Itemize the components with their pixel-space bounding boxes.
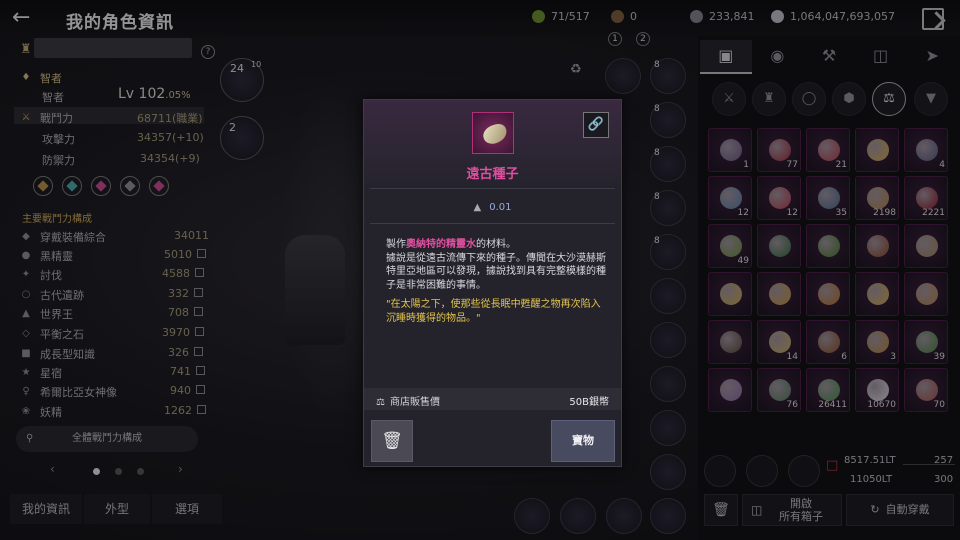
shop-price-label: 商店販售價 [389,397,440,408]
item-name: 遠古種子 [466,167,519,182]
trash-icon: 🗑 [381,431,403,451]
desc-highlight: 奧納特的精靈水 [406,239,476,250]
shop-price-label-wrap: ⚖ 商店販售價 [376,393,440,408]
item-weight-value: 0.01 [489,202,512,213]
item-detail-modal: 🔗 遠古種子 ▲ 0.01 製作奧納特的精靈水的材料。 據說是從遠古流傳下來的種子… [363,99,622,467]
divider [370,188,615,189]
item-description: 製作奧納特的精靈水的材料。 據說是從遠古流傳下來的種子。傳聞在大沙漠赫斯特里亞地… [386,238,608,292]
seed-icon [480,121,510,147]
item-lore: "在太陽之下，使那些從長眠中甦醒之物再次陷入沉睡時獲得的物品。" [386,299,601,324]
shop-price-value: 50B銀幣 [569,397,609,408]
item-weight: ▲ 0.01 [364,202,621,213]
treasure-button[interactable]: 寶物 [551,420,615,462]
trash-button[interactable]: 🗑 [371,420,413,462]
weight-icon: ▲ [473,202,482,213]
screen-root: ← 我的角色資訊 71/517 0 233,841 1,064,047,693,… [0,0,960,540]
money-bag-icon: ⚖ [376,397,385,408]
desc-prefix: 製作 [386,239,406,250]
shop-price-bar: ⚖ 商店販售價 50B銀幣 [364,388,621,410]
divider [370,223,615,224]
item-icon-frame [472,112,514,154]
link-icon[interactable]: 🔗 [583,112,609,138]
